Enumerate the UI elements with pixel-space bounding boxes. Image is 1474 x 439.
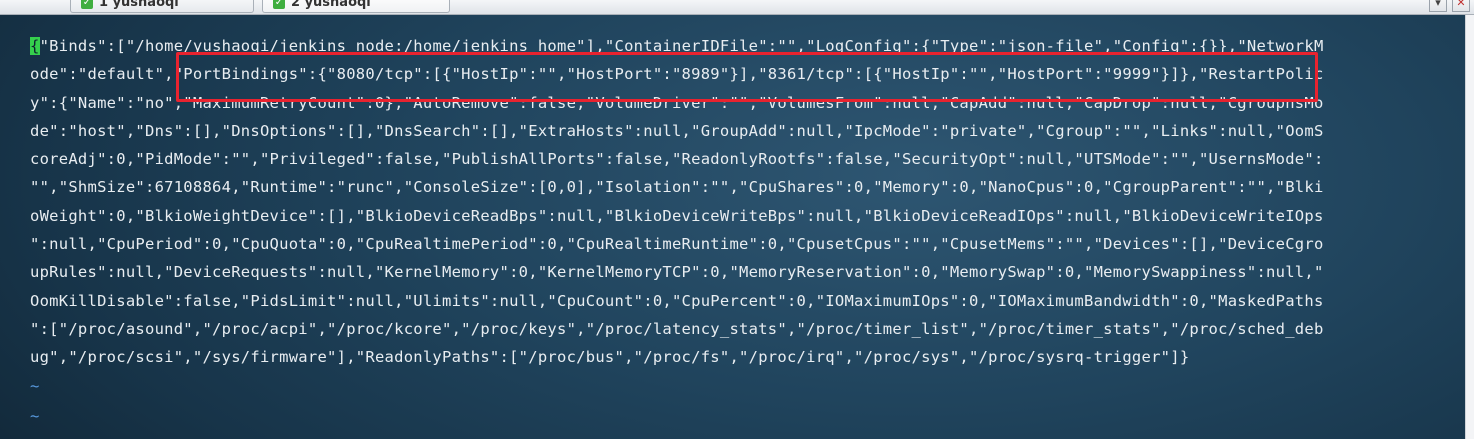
- terminal-line-8: ":null,"CpuPeriod":0,"CpuQuota":0,"CpuRe…: [30, 235, 1324, 254]
- tab-list-button[interactable]: ▾: [1429, 0, 1447, 12]
- terminal-line-6: "","ShmSize":67108864,"Runtime":"runc","…: [30, 178, 1324, 197]
- empty-line-marker: ~: [30, 377, 40, 395]
- terminal-line-11: ":["/proc/asound","/proc/acpi","/proc/kc…: [30, 319, 1324, 338]
- empty-line-marker: ~: [30, 407, 40, 425]
- terminal-line-2: ode":"default","PortBindings":{"8080/tcp…: [30, 65, 1324, 84]
- terminal-window: ✓ 1 yushaoqi ✓ 2 yushaoqi ▾ ✕ {"Binds":["/…: [0, 0, 1474, 439]
- terminal-line-text: "Binds":["/home/yushaoqi/jenkins_node:/h…: [39, 37, 1324, 55]
- terminal-line-7: oWeight":0,"BlkioWeightDevice":[],"Blkio…: [30, 206, 1324, 225]
- terminal-line-9: upRules":null,"DeviceRequests":null,"Ker…: [30, 263, 1324, 282]
- session-tab-1-label: 1 yushaoqi: [99, 0, 179, 10]
- check-icon: ✓: [81, 0, 93, 9]
- close-icon[interactable]: ✕: [1452, 0, 1470, 12]
- terminal-output-area[interactable]: {"Binds":["/home/yushaoqi/jenkins_node:/…: [0, 15, 1474, 439]
- container-inspect-output: {"Binds":["/home/yushaoqi/jenkins_node:/…: [30, 32, 1456, 372]
- terminal-line-5: coreAdj":0,"PidMode":"","Privileged":fal…: [30, 150, 1324, 169]
- session-tab-2-label: 2 yushaoqi: [291, 0, 371, 10]
- terminal-line-1: {"Binds":["/home/yushaoqi/jenkins_node:/…: [30, 32, 1456, 60]
- terminal-line-10: OomKillDisable":false,"PidsLimit":null,"…: [30, 291, 1324, 310]
- session-tab-1[interactable]: ✓ 1 yushaoqi: [70, 0, 254, 13]
- check-icon: ✓: [273, 0, 285, 9]
- session-tab-2[interactable]: ✓ 2 yushaoqi: [262, 0, 450, 13]
- terminal-line-4: de":"host","Dns":[],"DnsOptions":[],"Dns…: [30, 121, 1324, 140]
- terminal-line-3: y":{"Name":"no","MaximumRetryCount":0},"…: [30, 93, 1324, 112]
- session-tab-bar: ✓ 1 yushaoqi ✓ 2 yushaoqi ▾ ✕: [0, 0, 1474, 15]
- text-cursor: {: [30, 37, 40, 55]
- terminal-scrollbar[interactable]: [1465, 15, 1474, 439]
- terminal-line-12: ug","/proc/scsi","/sys/firmware"],"Reado…: [30, 348, 1190, 367]
